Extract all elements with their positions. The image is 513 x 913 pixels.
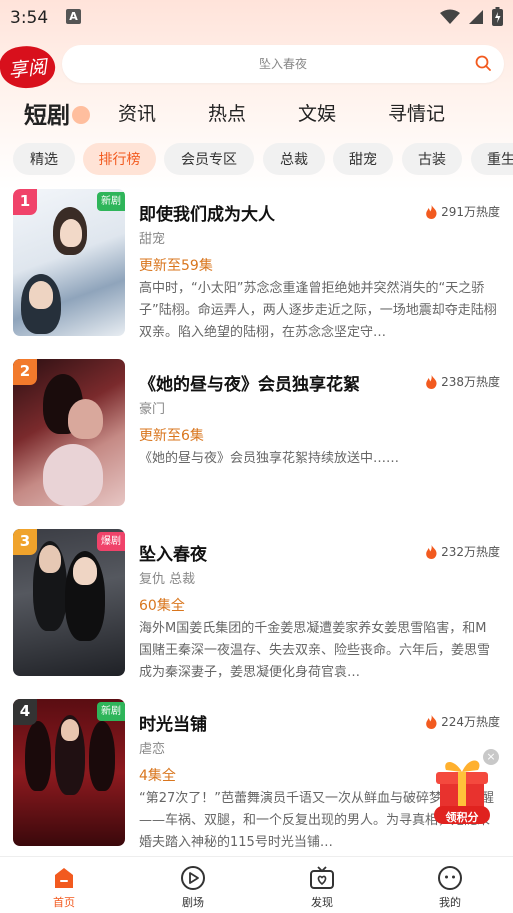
chip-featured[interactable]: 精选 — [13, 143, 75, 175]
search-icon[interactable] — [475, 55, 492, 72]
heat-count: 291万热度 — [425, 203, 500, 220]
rank-badge: 2 — [13, 359, 37, 385]
poster-face — [61, 719, 79, 741]
tab-romance[interactable]: 寻情记 — [388, 99, 445, 126]
drama-genre: 甜宠 — [139, 232, 166, 247]
tab-hot[interactable]: 热点 — [208, 99, 246, 126]
nav-label: 发现 — [311, 896, 333, 909]
drama-poster[interactable]: 2 — [13, 359, 125, 506]
poster-figure — [89, 721, 115, 791]
wifi-icon — [440, 9, 460, 24]
fire-icon — [426, 714, 437, 729]
list-item[interactable]: 3 爆剧 坠入春夜 232万热度 复仇 总裁 60集全 海外M国姜氏集团的千金姜… — [0, 528, 513, 680]
nav-label: 我的 — [439, 896, 461, 909]
rank-badge: 4 — [13, 699, 37, 725]
nav-label: 剧场 — [182, 896, 204, 909]
poster-face — [73, 557, 97, 585]
nav-discover[interactable]: 发现 — [292, 865, 352, 910]
heat-label: 238万热度 — [441, 375, 500, 389]
drama-poster[interactable]: 4 新剧 — [13, 699, 125, 846]
drama-title[interactable]: 坠入春夜 — [139, 540, 207, 565]
close-icon[interactable]: × — [483, 749, 499, 765]
fire-icon — [426, 204, 437, 219]
tab-short-drama[interactable]: 短剧 — [24, 96, 70, 130]
battery-icon — [492, 7, 503, 26]
heat-count: 232万热度 — [425, 543, 500, 560]
drama-poster[interactable]: 3 爆剧 — [13, 529, 125, 676]
profile-face-icon — [438, 866, 462, 890]
drama-title[interactable]: 《她的昼与夜》会员独享花絮 — [139, 370, 360, 395]
chip-rebirth[interactable]: 重生 — [471, 143, 513, 175]
drama-description: 海外M国姜氏集团的千金姜思凝遭姜家养女姜思雪陷害，和M国赌王秦深一夜温存、失去双… — [139, 621, 491, 680]
poster-figure — [25, 721, 51, 791]
drama-genre: 复仇 总裁 — [139, 572, 196, 587]
drama-description: 《她的昼与夜》会员独享花絮持续放送中…… — [139, 451, 400, 466]
list-item[interactable]: 1 新剧 即使我们成为大人 291万热度 甜宠 更新至59集 高中时，“小太阳”… — [0, 188, 513, 340]
poster-face — [68, 399, 103, 439]
active-tab-dot — [72, 106, 90, 124]
notification-a-icon: A — [66, 9, 81, 24]
episode-status: 4集全 — [139, 768, 176, 784]
drama-description: 高中时，“小太阳”苏念念重逢曾拒绝她并突然消失的“天之骄子”陆栩。命运弄人，两人… — [139, 281, 497, 340]
header: 享阅 坠入春夜 — [0, 40, 513, 91]
chip-costume[interactable]: 古装 — [402, 143, 462, 175]
hot-badge: 爆剧 — [97, 532, 125, 551]
drama-genre: 豪门 — [139, 402, 166, 417]
nav-profile[interactable]: 我的 — [420, 865, 480, 910]
nav-theater[interactable]: 剧场 — [163, 865, 223, 910]
search-placeholder: 坠入春夜 — [258, 57, 307, 71]
drama-title[interactable]: 时光当铺 — [139, 710, 207, 735]
rank-badge: 3 — [13, 529, 37, 555]
drama-title[interactable]: 即使我们成为大人 — [139, 200, 275, 225]
chip-ceo[interactable]: 总裁 — [263, 143, 325, 175]
poster-dress — [43, 444, 103, 506]
gift-label: 领积分 — [445, 811, 479, 824]
episode-status: 更新至6集 — [139, 428, 204, 444]
heat-count: 224万热度 — [425, 713, 500, 730]
poster-face — [39, 545, 61, 573]
fire-icon — [426, 374, 437, 389]
rank-badge: 1 — [13, 189, 37, 215]
chip-ranking[interactable]: 排行榜 — [83, 143, 156, 175]
new-badge: 新剧 — [97, 702, 125, 721]
home-icon — [55, 868, 73, 888]
chip-vip[interactable]: 会员专区 — [164, 143, 254, 175]
category-tabs: 短剧 资讯 热点 文娱 寻情记 — [0, 96, 513, 130]
drama-genre: 虐恋 — [139, 742, 166, 757]
episode-status: 更新至59集 — [139, 258, 213, 274]
nav-home[interactable]: 首页 — [34, 865, 94, 910]
heat-count: 238万热度 — [425, 373, 500, 390]
chip-sweet[interactable]: 甜宠 — [333, 143, 393, 175]
app-logo[interactable]: 享阅 — [0, 43, 58, 91]
tab-news[interactable]: 资讯 — [118, 99, 156, 126]
nav-label: 首页 — [53, 896, 75, 909]
heat-label: 232万热度 — [441, 545, 500, 559]
status-time: 3:54 — [10, 8, 49, 28]
fire-icon — [426, 544, 437, 559]
bottom-nav: 首页 剧场 发现 我的 — [0, 856, 513, 913]
new-badge: 新剧 — [97, 192, 125, 211]
status-icons — [440, 7, 503, 26]
signal-icon — [469, 9, 483, 24]
poster-face — [29, 281, 53, 309]
heat-label: 291万热度 — [441, 205, 500, 219]
list-item[interactable]: 2 《她的昼与夜》会员独享花絮 238万热度 豪门 更新至6集 《她的昼与夜》会… — [0, 358, 513, 508]
play-circle-icon — [181, 866, 205, 890]
filter-chips: 精选 排行榜 会员专区 总裁 甜宠 古装 重生 — [0, 143, 513, 175]
poster-face — [60, 219, 82, 247]
status-bar: 3:54 A — [0, 0, 513, 36]
episode-status: 60集全 — [139, 598, 185, 614]
drama-poster[interactable]: 1 新剧 — [13, 189, 125, 336]
heat-label: 224万热度 — [441, 715, 500, 729]
search-input[interactable]: 坠入春夜 — [62, 45, 504, 83]
tab-entertainment[interactable]: 文娱 — [298, 99, 336, 126]
tv-heart-icon — [310, 866, 334, 889]
